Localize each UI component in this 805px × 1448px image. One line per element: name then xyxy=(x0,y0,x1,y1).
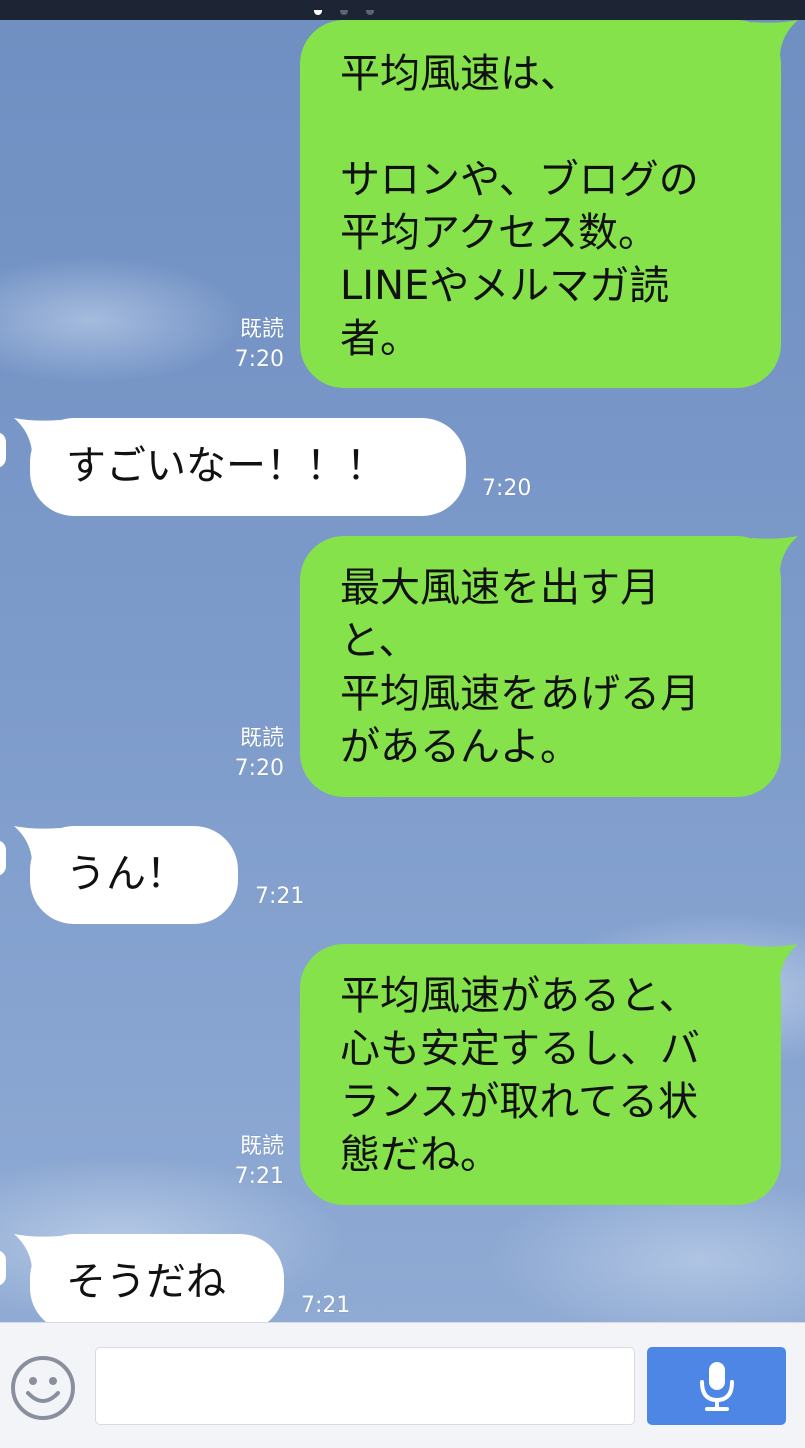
message-time: 7:21 xyxy=(234,1164,284,1189)
read-receipt: 既読 xyxy=(239,726,284,751)
input-bar xyxy=(0,1322,805,1448)
message-text: すごいなー！！！ xyxy=(66,443,386,489)
sent-message[interactable]: 最大風速を出す月 と、 平均風速をあげる月 があるんよ。 xyxy=(300,536,781,797)
avatar[interactable] xyxy=(0,840,6,876)
message-input[interactable] xyxy=(95,1347,635,1425)
avatar[interactable] xyxy=(0,1250,6,1286)
message-text: 平均風速は、 サロンや、ブログの 平均アクセス数。 LINEやメルマガ読 者。 xyxy=(340,51,699,362)
mic-button[interactable] xyxy=(647,1347,786,1425)
received-bubble-tail xyxy=(12,826,60,860)
received-message[interactable]: すごいなー！！！ xyxy=(30,418,466,516)
page-indicator xyxy=(314,0,392,15)
read-receipt: 既読 xyxy=(239,1134,284,1159)
message-time: 7:21 xyxy=(255,884,305,909)
message-text: うん！ xyxy=(66,851,186,897)
message-text: そうだね xyxy=(66,1259,226,1305)
message-time: 7:21 xyxy=(301,1293,351,1318)
received-bubble-tail xyxy=(12,1234,60,1268)
emoji-button[interactable] xyxy=(10,1355,76,1421)
sent-message[interactable]: 平均風速は、 サロンや、ブログの 平均アクセス数。 LINEやメルマガ読 者。 xyxy=(300,20,781,388)
received-message[interactable]: そうだね xyxy=(30,1234,284,1322)
message-time: 7:20 xyxy=(482,476,532,501)
sent-message[interactable]: 平均風速があると、 心も安定するし、バ ランスが取れてる状 態だね。 xyxy=(300,944,781,1205)
message-text: 平均風速があると、 心も安定するし、バ ランスが取れてる状 態だね。 xyxy=(340,973,700,1178)
chat-area[interactable]: 平均風速は、 サロンや、ブログの 平均アクセス数。 LINEやメルマガ読 者。 … xyxy=(0,0,805,1322)
received-bubble-tail xyxy=(12,418,60,452)
sent-bubble-tail xyxy=(752,20,798,54)
status-bar xyxy=(0,0,805,20)
avatar[interactable] xyxy=(0,432,6,468)
sent-bubble-tail xyxy=(752,536,798,570)
read-receipt: 既読 xyxy=(239,317,284,342)
message-time: 7:20 xyxy=(234,756,284,781)
smiley-icon xyxy=(11,1356,75,1420)
message-text: 最大風速を出す月 と、 平均風速をあげる月 があるんよ。 xyxy=(340,565,700,770)
message-time: 7:20 xyxy=(234,347,284,372)
received-message[interactable]: うん！ xyxy=(30,826,238,924)
sent-bubble-tail xyxy=(752,944,798,978)
microphone-icon xyxy=(699,1362,734,1411)
